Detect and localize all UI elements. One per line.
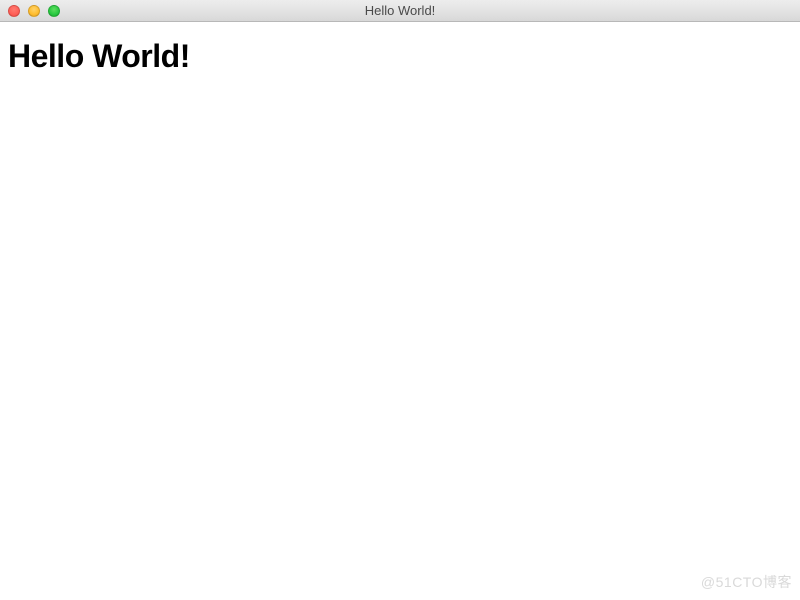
close-icon[interactable]	[8, 5, 20, 17]
title-bar: Hello World!	[0, 0, 800, 22]
page-heading: Hello World!	[8, 38, 792, 75]
traffic-lights	[8, 5, 60, 17]
window-title: Hello World!	[0, 0, 800, 22]
content-area: Hello World!	[0, 22, 800, 600]
maximize-icon[interactable]	[48, 5, 60, 17]
minimize-icon[interactable]	[28, 5, 40, 17]
watermark: @51CTO博客	[701, 572, 792, 592]
